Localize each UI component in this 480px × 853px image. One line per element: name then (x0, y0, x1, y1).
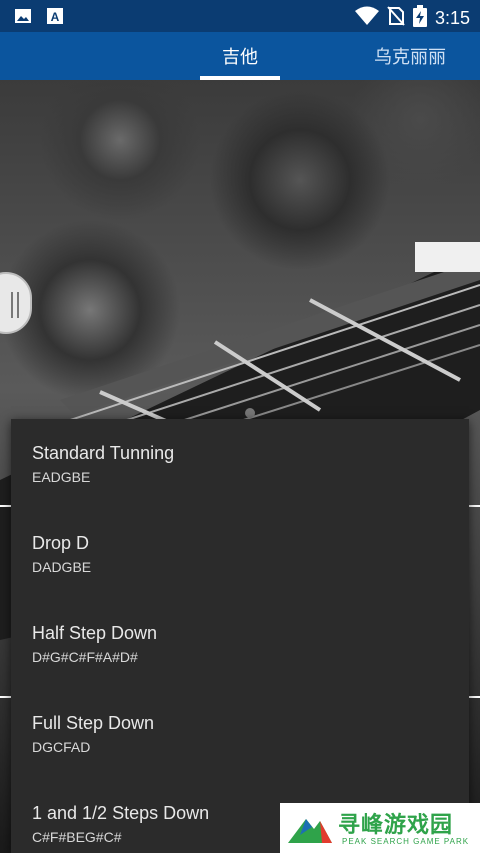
status-bar: A 3:15 (0, 0, 480, 32)
tuning-option-full-step-down[interactable]: Full Step Down DGCFAD (11, 689, 469, 779)
tuning-notes: C#F#BEG#C# (32, 829, 122, 845)
tuning-name: Standard Tunning (32, 443, 175, 463)
battery-charging-icon (412, 5, 427, 31)
tuning-notes: EADGBE (32, 469, 91, 485)
tuning-option-half-step-down[interactable]: Half Step Down D#G#C#F#A#D# (11, 599, 469, 689)
svg-text:A: A (51, 10, 60, 24)
drag-handle-icon (11, 292, 19, 318)
tuning-name: Drop D (32, 533, 90, 553)
tuning-notes: DADGBE (32, 559, 92, 575)
tuning-notes: D#G#C#F#A#D# (32, 649, 138, 665)
clock: 3:15 (434, 7, 470, 28)
text-icon: A (46, 7, 64, 29)
watermark: 寻峰游戏园 PEAK SEARCH GAME PARK (280, 803, 480, 853)
tuning-notes: DGCFAD (32, 739, 91, 755)
no-sim-icon (387, 6, 405, 30)
tuning-name: Full Step Down (32, 713, 155, 733)
tab-ukulele[interactable]: 乌克丽丽 (360, 32, 460, 80)
wifi-icon (354, 6, 379, 30)
watermark-subtitle: PEAK SEARCH GAME PARK (342, 837, 470, 846)
tuning-dropdown: Standard Tunning EADGBE Drop D DADGBE Ha… (11, 419, 469, 853)
tuning-option-drop-d[interactable]: Drop D DADGBE (11, 509, 469, 599)
tab-guitar[interactable]: 吉他 (200, 32, 280, 80)
watermark-title: 寻峰游戏园 (338, 813, 454, 838)
tab-bar: 吉他 乌克丽丽 (0, 32, 480, 80)
image-icon (14, 7, 32, 29)
tuning-name: 1 and 1/2 Steps Down (32, 803, 210, 823)
tuning-option-standard[interactable]: Standard Tunning EADGBE (11, 419, 469, 509)
tuning-name: Half Step Down (32, 623, 158, 643)
